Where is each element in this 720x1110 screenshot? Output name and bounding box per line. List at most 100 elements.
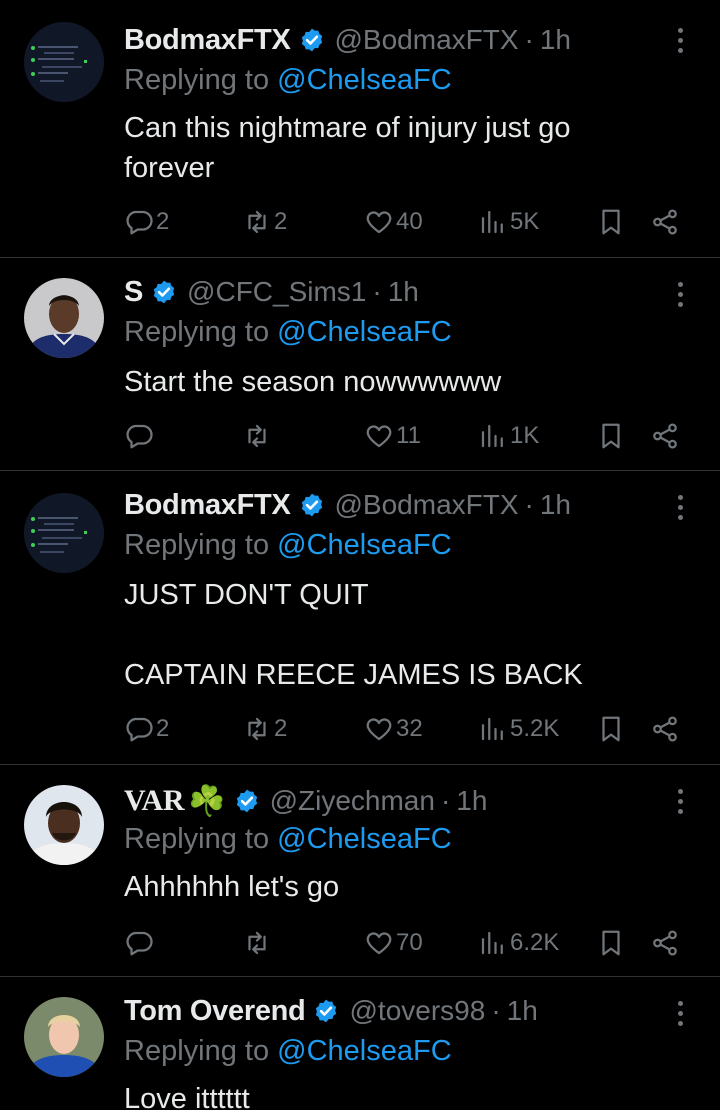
- views-button[interactable]: 6.2K: [478, 925, 559, 961]
- avatar[interactable]: [24, 22, 104, 102]
- display-name[interactable]: Tom Overend: [124, 995, 306, 1028]
- more-icon[interactable]: [666, 20, 694, 60]
- reply-button[interactable]: 2: [124, 204, 169, 240]
- more-icon[interactable]: [666, 487, 694, 527]
- more-icon[interactable]: [666, 274, 694, 314]
- repost-button[interactable]: [242, 925, 274, 961]
- tweet[interactable]: VAR ☘️ @Ziyechman · 1h Replying to @Chel…: [0, 765, 720, 976]
- handle[interactable]: @tovers98: [349, 995, 485, 1027]
- reply-button[interactable]: 2: [124, 711, 169, 747]
- handle[interactable]: @Ziyechman: [270, 785, 435, 817]
- replying-to: Replying to @ChelseaFC: [124, 823, 452, 856]
- views-icon: [481, 931, 503, 955]
- reply-icon: [126, 210, 153, 235]
- display-name[interactable]: BodmaxFTX: [124, 489, 291, 522]
- tweet-header: BodmaxFTX @BodmaxFTX · 1h: [124, 485, 571, 525]
- repost-button[interactable]: 2: [242, 711, 287, 747]
- share-button[interactable]: [650, 711, 680, 747]
- bookmark-button[interactable]: [596, 925, 626, 961]
- repost-icon: [248, 931, 266, 955]
- timestamp[interactable]: 1h: [456, 785, 487, 817]
- handle[interactable]: @BodmaxFTX: [335, 489, 519, 521]
- tweet[interactable]: S @CFC_Sims1 · 1h Replying to @ChelseaFC…: [0, 258, 720, 470]
- tweet-text: Can this nightmare of injury just go for…: [124, 112, 571, 184]
- share-icon: [653, 930, 677, 956]
- tweet[interactable]: BodmaxFTX @BodmaxFTX · 1h Replying to @C…: [0, 0, 720, 257]
- avatar[interactable]: [24, 997, 104, 1077]
- clover-emoji: ☘️: [188, 784, 226, 818]
- display-name[interactable]: VAR: [124, 784, 185, 818]
- bookmark-button[interactable]: [596, 204, 626, 240]
- like-button[interactable]: 40: [364, 204, 423, 240]
- timestamp[interactable]: 1h: [507, 995, 538, 1027]
- reply-count: 2: [156, 715, 170, 742]
- replying-to-label: Replying to: [124, 1035, 270, 1067]
- replying-to: Replying to @ChelseaFC: [124, 64, 452, 97]
- repost-button[interactable]: 2: [242, 204, 287, 240]
- mention-link[interactable]: @ChelseaFC: [277, 64, 452, 96]
- avatar[interactable]: [24, 785, 104, 865]
- reply-button[interactable]: [124, 418, 156, 454]
- tweet[interactable]: BodmaxFTX @BodmaxFTX · 1h Replying to @C…: [0, 471, 720, 764]
- separator-dot: ·: [440, 785, 451, 816]
- separator-dot: ·: [372, 276, 382, 307]
- tweet[interactable]: Tom Overend @tovers98 · 1h Replying to @…: [0, 977, 720, 1110]
- like-button[interactable]: 32: [364, 711, 423, 747]
- views-button[interactable]: 1K: [478, 418, 539, 454]
- bookmark-button[interactable]: [596, 418, 626, 454]
- more-icon[interactable]: [666, 993, 694, 1033]
- avatar[interactable]: [24, 278, 104, 358]
- repost-icon: [248, 210, 266, 234]
- share-button[interactable]: [650, 204, 680, 240]
- view-count: 5K: [510, 208, 540, 235]
- like-button[interactable]: 11: [364, 418, 421, 454]
- verified-badge-icon: [316, 999, 337, 1023]
- more-icon[interactable]: [666, 781, 694, 821]
- handle[interactable]: @CFC_Sims1: [187, 276, 366, 308]
- bookmark-button[interactable]: [596, 711, 626, 747]
- like-icon: [366, 932, 392, 955]
- mention-link[interactable]: @ChelseaFC: [277, 529, 452, 561]
- reply-icon: [126, 424, 153, 449]
- share-icon: [653, 716, 677, 742]
- like-button[interactable]: 70: [364, 925, 423, 961]
- display-name[interactable]: S: [124, 276, 143, 309]
- views-button[interactable]: 5.2K: [478, 711, 559, 747]
- avatar-photo-image: [24, 997, 104, 1077]
- reply-count: 2: [156, 208, 170, 235]
- like-icon: [366, 211, 392, 234]
- like-icon: [366, 425, 392, 448]
- share-icon: [653, 209, 677, 235]
- like-count: 40: [396, 208, 423, 235]
- tweet-header: S @CFC_Sims1 · 1h: [124, 272, 419, 312]
- mention-link[interactable]: @ChelseaFC: [277, 316, 452, 348]
- replying-to-label: Replying to: [124, 529, 270, 561]
- share-button[interactable]: [650, 925, 680, 961]
- bookmark-icon: [602, 930, 620, 956]
- reply-button[interactable]: [124, 925, 156, 961]
- timestamp[interactable]: 1h: [540, 24, 571, 56]
- tweet-header: VAR ☘️ @Ziyechman · 1h: [124, 781, 487, 821]
- timestamp[interactable]: 1h: [388, 276, 419, 308]
- views-icon: [481, 717, 503, 741]
- share-button[interactable]: [650, 418, 680, 454]
- views-button[interactable]: 5K: [478, 204, 539, 240]
- views-icon: [481, 210, 503, 234]
- bookmark-icon: [602, 716, 620, 742]
- repost-button[interactable]: [242, 418, 274, 454]
- display-name[interactable]: BodmaxFTX: [124, 24, 291, 57]
- mention-link[interactable]: @ChelseaFC: [277, 823, 452, 855]
- mention-link[interactable]: @ChelseaFC: [277, 1035, 452, 1067]
- replying-to: Replying to @ChelseaFC: [124, 529, 452, 562]
- tweet-header: Tom Overend @tovers98 · 1h: [124, 991, 538, 1031]
- timestamp[interactable]: 1h: [540, 489, 571, 521]
- like-icon: [366, 718, 392, 741]
- avatar[interactable]: [24, 493, 104, 573]
- reply-icon: [126, 717, 153, 742]
- separator-dot: ·: [491, 995, 501, 1026]
- handle[interactable]: @BodmaxFTX: [335, 24, 519, 56]
- repost-count: 2: [274, 208, 288, 235]
- repost-icon: [248, 717, 266, 741]
- view-count: 5.2K: [510, 715, 560, 742]
- view-count: 1K: [510, 422, 540, 449]
